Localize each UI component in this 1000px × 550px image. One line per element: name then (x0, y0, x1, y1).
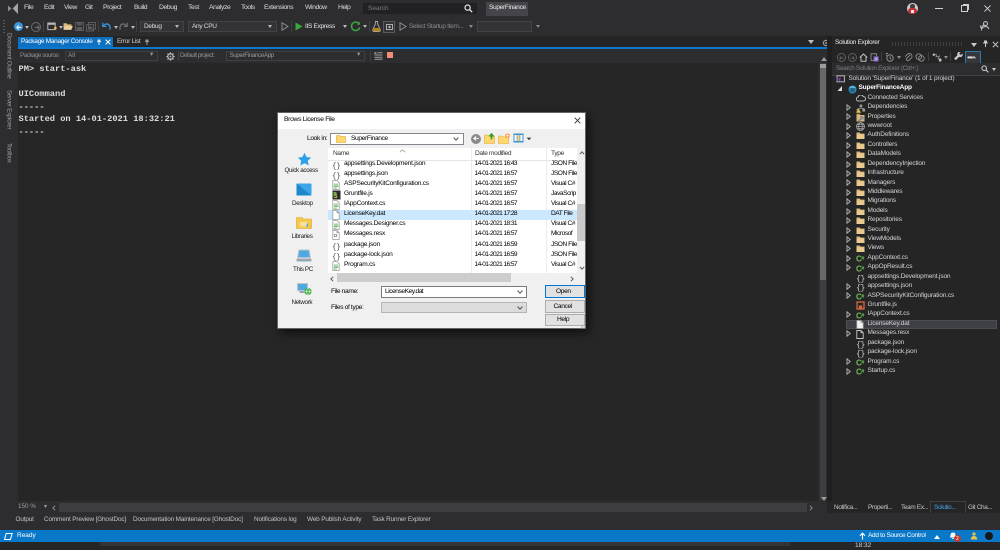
svg-text:#: # (861, 266, 864, 272)
svg-text:}: } (336, 244, 341, 251)
svg-text:#: # (861, 313, 864, 319)
svg-text:}: } (860, 283, 865, 292)
svg-text:}: } (336, 254, 341, 261)
svg-text:}: } (336, 173, 341, 180)
svg-text:#: # (861, 256, 864, 262)
svg-text:}: } (860, 349, 865, 358)
svg-text:#: # (861, 294, 864, 300)
svg-text:}: } (336, 163, 341, 170)
svg-text:#: # (861, 369, 864, 375)
svg-text:#: # (861, 360, 864, 366)
